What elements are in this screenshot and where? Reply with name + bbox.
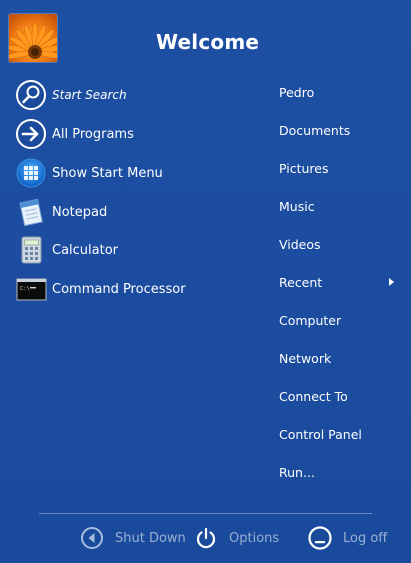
command-processor-label: Command Processor [52, 281, 186, 297]
right-item-network[interactable]: Network [279, 348, 399, 370]
logoff-label: Log off [343, 530, 388, 546]
submenu-arrow-icon [389, 278, 394, 286]
right-item-run[interactable]: Run... [279, 462, 399, 484]
logoff-icon [307, 525, 333, 551]
right-item-documents[interactable]: Documents [279, 120, 399, 142]
page-title: Welcome [156, 30, 260, 54]
command-processor-item[interactable]: C:\ Command Processor [14, 272, 254, 306]
shutdown-arrow-icon [79, 525, 105, 551]
start-orb-icon [14, 156, 48, 190]
shutdown-label: Shut Down [115, 530, 186, 546]
notepad-item[interactable]: Notepad [14, 195, 254, 229]
right-item-control-panel[interactable]: Control Panel [279, 424, 399, 446]
right-item-connect-to[interactable]: Connect To [279, 386, 399, 408]
command-prompt-icon: C:\ [14, 272, 48, 306]
all-programs-label: All Programs [52, 126, 134, 142]
right-item-videos[interactable]: Videos [279, 234, 399, 256]
right-item-computer[interactable]: Computer [279, 310, 399, 332]
calculator-icon [14, 233, 48, 267]
notepad-label: Notepad [52, 204, 108, 220]
options-button[interactable]: Options [193, 524, 279, 552]
right-item-recent[interactable]: Recent [279, 272, 399, 294]
right-item-pedro[interactable]: Pedro [279, 82, 399, 104]
options-label: Options [229, 530, 280, 546]
start-search-label: Start Search [52, 88, 127, 102]
shutdown-button[interactable]: Shut Down [79, 524, 186, 552]
arrow-right-circle-icon [14, 117, 48, 151]
svg-text:C:\: C:\ [20, 286, 30, 292]
right-item-music[interactable]: Music [279, 196, 399, 218]
flower-avatar-icon[interactable] [9, 14, 57, 62]
calculator-label: Calculator [52, 242, 119, 258]
start-search-item[interactable]: Start Search [14, 78, 254, 112]
search-icon [14, 78, 48, 112]
calculator-item[interactable]: Calculator [14, 233, 254, 267]
show-start-menu-label: Show Start Menu [52, 165, 163, 181]
notepad-icon [14, 195, 48, 229]
power-icon [193, 525, 219, 551]
divider [39, 513, 372, 514]
show-start-menu-item[interactable]: Show Start Menu [14, 156, 254, 190]
right-item-pictures[interactable]: Pictures [279, 158, 399, 180]
all-programs-item[interactable]: All Programs [14, 117, 254, 151]
logoff-button[interactable]: Log off [307, 524, 387, 552]
start-menu: Welcome Start Search All Programs Show S… [0, 0, 411, 563]
